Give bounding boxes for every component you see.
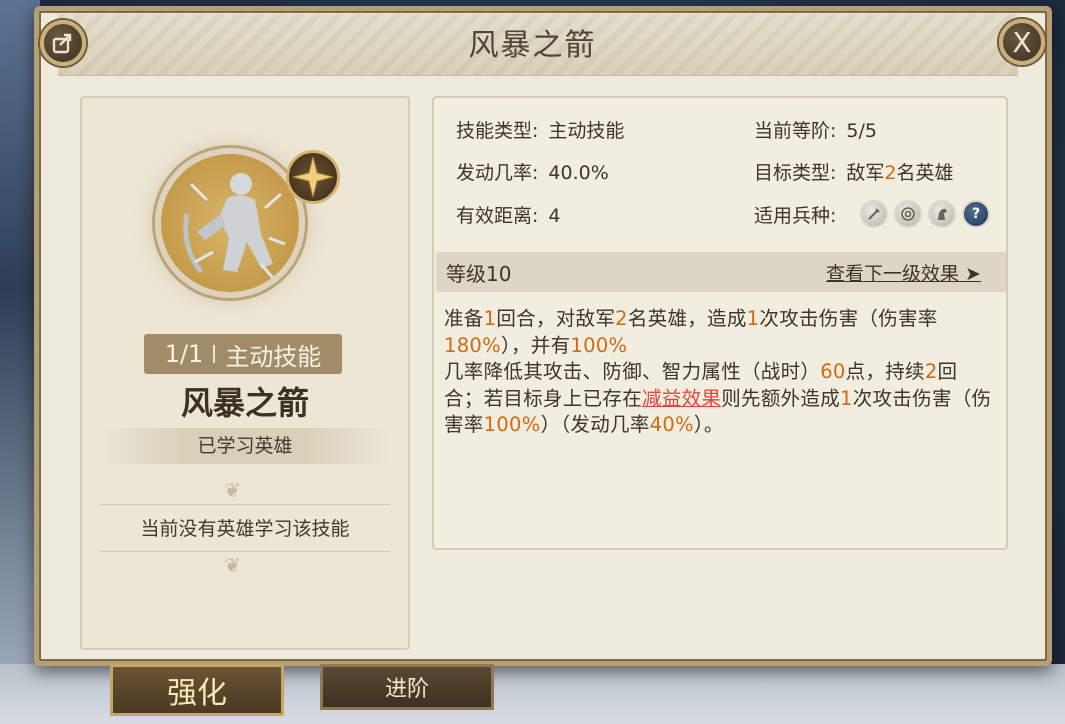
skill-type-tag: 主动技能 <box>225 342 322 371</box>
star-icon <box>292 156 334 198</box>
target-type-row: 目标类型: 敌军2名英雄 <box>754 162 954 184</box>
skill-count-badge: 1/1 主动技能 <box>144 334 342 374</box>
skill-portrait <box>155 148 305 298</box>
troop-icons: ? <box>860 200 990 228</box>
troop-type-row: 适用兵种: <box>754 205 837 227</box>
skill-type-row: 技能类型: 主动技能 <box>456 120 625 142</box>
tab-enhance[interactable]: 强化 <box>110 664 284 716</box>
horse-icon[interactable] <box>928 200 956 228</box>
tab-advance[interactable]: 进阶 <box>320 664 494 710</box>
page-title: 风暴之箭 <box>468 28 597 63</box>
level-label: 等级10 <box>446 262 512 286</box>
question-icon[interactable]: ? <box>962 200 990 228</box>
share-button[interactable] <box>40 20 86 66</box>
trigger-rate-row: 发动几率: 40.0% <box>456 162 609 184</box>
range-row: 有效距离: 4 <box>456 205 561 227</box>
skill-description: 准备1回合，对敌军2名英雄，造成1次攻击伤害（伤害率180%），并有100%几率… <box>444 307 992 436</box>
archer-figure-icon <box>183 173 286 279</box>
divider <box>213 345 216 363</box>
next-level-link[interactable]: 查看下一级效果 ➤ <box>826 259 981 286</box>
close-button[interactable]: X <box>999 19 1045 65</box>
no-hero-message: 当前没有英雄学习该技能 <box>100 504 390 552</box>
close-icon: X <box>1012 25 1032 59</box>
sword-icon[interactable] <box>860 200 888 228</box>
debuff-link[interactable]: 减益效果 <box>642 387 721 410</box>
skill-count: 1/1 <box>164 340 204 368</box>
target-icon[interactable] <box>894 200 922 228</box>
ornament-divider: ❦ <box>224 553 241 577</box>
learned-heroes-title: 已学习英雄 <box>100 428 390 464</box>
current-rank-row: 当前等阶: 5/5 <box>754 120 877 142</box>
ornament-divider: ❦ <box>224 478 241 502</box>
share-icon <box>52 33 72 54</box>
rank-badge <box>286 150 340 204</box>
skill-name: 风暴之箭 <box>180 384 309 422</box>
